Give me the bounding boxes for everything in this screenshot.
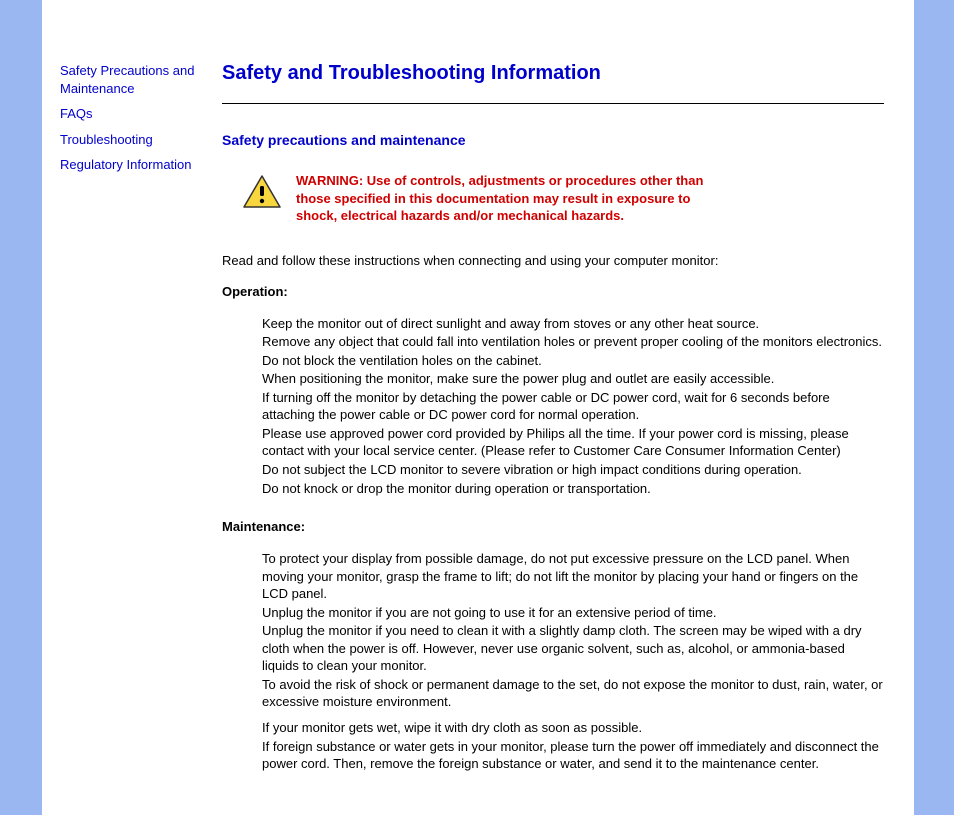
intro-text: Read and follow these instructions when … [222,253,884,268]
divider [222,103,884,104]
main-content: Safety and Troubleshooting Information S… [222,0,914,815]
warning-block: WARNING: Use of controls, adjustments or… [242,172,884,225]
list-item: When positioning the monitor, make sure … [262,370,884,388]
list-item: Keep the monitor out of direct sunlight … [262,315,884,333]
nav-link-troubleshooting[interactable]: Troubleshooting [60,131,212,149]
list-item: To protect your display from possible da… [262,550,884,603]
sidebar-nav: Safety Precautions and Maintenance FAQs … [42,0,222,815]
operation-list: Keep the monitor out of direct sunlight … [262,315,884,497]
page-title: Safety and Troubleshooting Information [222,62,884,85]
list-item: Unplug the monitor if you are not going … [262,604,884,622]
list-item: Please use approved power cord provided … [262,425,884,460]
operation-heading: Operation: [222,284,884,299]
list-item: Do not knock or drop the monitor during … [262,480,884,498]
left-decorative-bar [0,0,42,815]
list-item: If your monitor gets wet, wipe it with d… [262,719,884,737]
list-item: To avoid the risk of shock or permanent … [262,676,884,711]
warning-text: WARNING: Use of controls, adjustments or… [296,172,716,225]
nav-link-faqs[interactable]: FAQs [60,105,212,123]
section-heading: Safety precautions and maintenance [222,132,884,148]
maintenance-heading: Maintenance: [222,519,884,534]
list-item: If turning off the monitor by detaching … [262,389,884,424]
nav-link-safety[interactable]: Safety Precautions and Maintenance [60,62,212,97]
maintenance-list: To protect your display from possible da… [262,550,884,773]
nav-link-regulatory[interactable]: Regulatory Information [60,156,212,174]
list-item: If foreign substance or water gets in yo… [262,738,884,773]
list-item: Do not subject the LCD monitor to severe… [262,461,884,479]
list-item: Unplug the monitor if you need to clean … [262,622,884,675]
warning-icon [242,174,282,210]
list-item: Do not block the ventilation holes on th… [262,352,884,370]
list-item: Remove any object that could fall into v… [262,333,884,351]
right-decorative-bar [914,0,954,815]
